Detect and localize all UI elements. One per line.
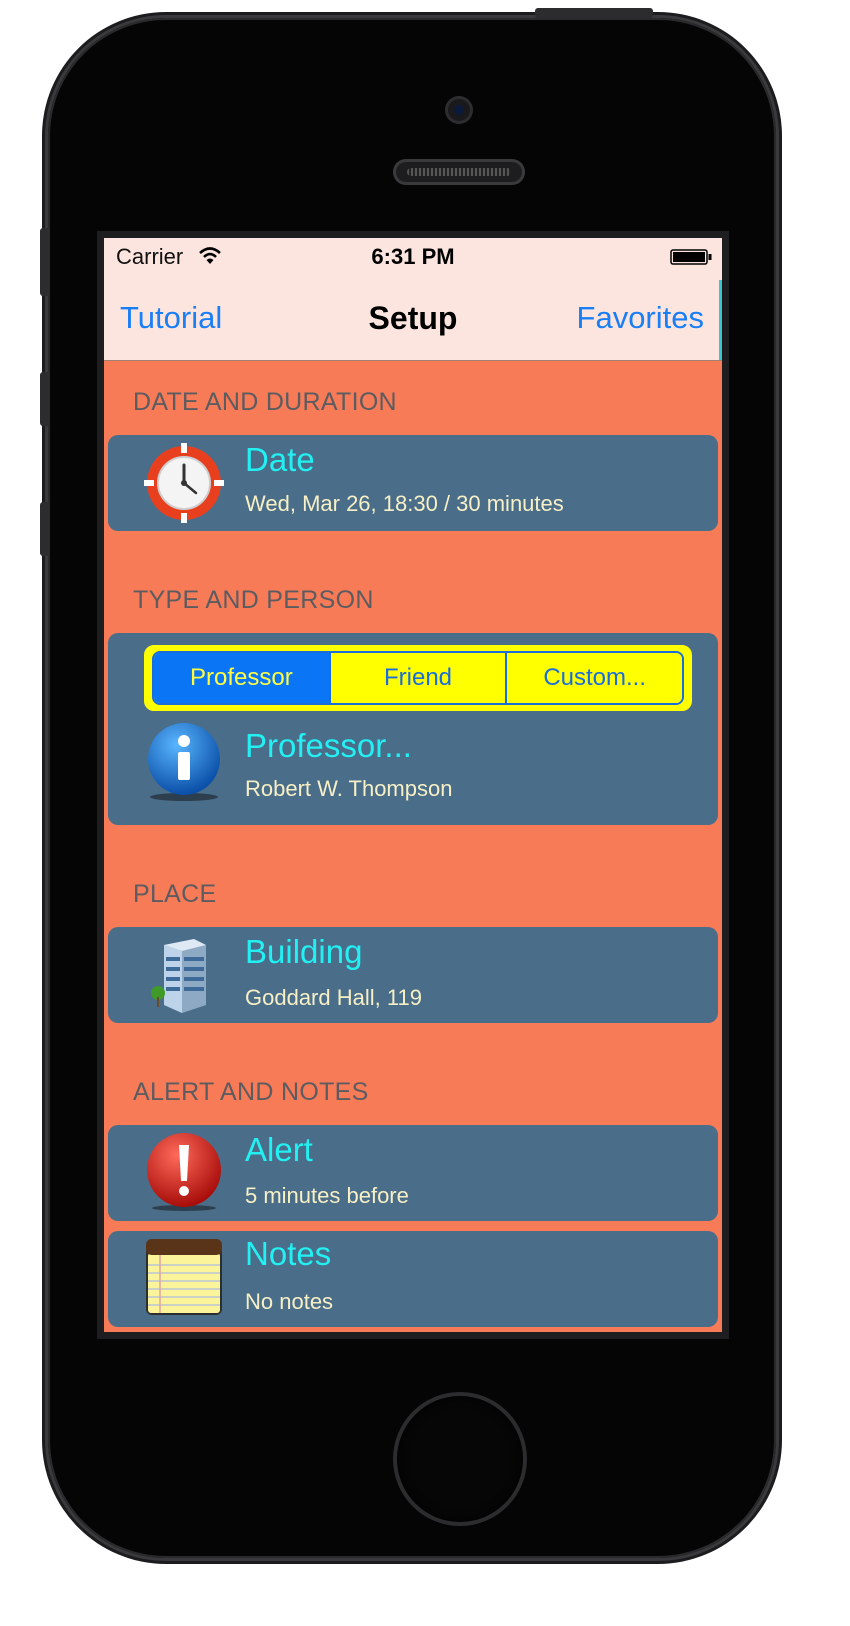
- segment-custom[interactable]: Custom...: [507, 653, 682, 703]
- navigation-bar: Tutorial Setup Favorites: [104, 278, 722, 361]
- nav-edge-accent: [719, 280, 722, 360]
- volume-up-button: [40, 372, 50, 426]
- home-button[interactable]: [397, 1396, 523, 1522]
- notes-subtitle: No notes: [245, 1289, 334, 1314]
- alert-subtitle: 5 minutes before: [245, 1183, 409, 1208]
- info-icon[interactable]: [144, 721, 224, 801]
- segment-professor[interactable]: Professor: [154, 653, 331, 703]
- alert-title: Alert: [245, 1131, 313, 1168]
- date-subtitle: Wed, Mar 26, 18:30 / 30 minutes: [245, 491, 564, 516]
- alert-icon: [147, 1133, 221, 1211]
- section-header-date: DATE AND DURATION: [133, 388, 397, 416]
- status-bar: Carrier 6:31 PM: [104, 238, 722, 278]
- mute-switch: [40, 228, 50, 296]
- type-person-cell: Professor Friend Custom... Professor... …: [108, 633, 718, 825]
- person-type-segmented-control: Professor Friend Custom...: [144, 645, 692, 711]
- volume-down-button: [40, 502, 50, 556]
- section-header-place: PLACE: [133, 880, 217, 908]
- status-time: 6:31 PM: [371, 244, 455, 269]
- clock-icon: [144, 443, 224, 523]
- front-camera: [445, 96, 473, 124]
- notes-cell[interactable]: Notes No notes: [108, 1231, 718, 1327]
- power-button: [535, 8, 653, 18]
- notes-title: Notes: [245, 1235, 332, 1272]
- person-title[interactable]: Professor...: [245, 727, 412, 765]
- earpiece-speaker: [393, 159, 525, 185]
- screen: Carrier 6:31 PM Tutorial Setup Favorites…: [104, 238, 722, 1332]
- notepad-icon: [146, 1239, 222, 1315]
- battery-icon: [670, 249, 712, 265]
- segment-friend[interactable]: Friend: [330, 653, 508, 703]
- person-name: Robert W. Thompson: [245, 776, 453, 801]
- section-header-alert: ALERT AND NOTES: [133, 1078, 369, 1106]
- section-header-type: TYPE AND PERSON: [133, 586, 374, 614]
- alert-cell[interactable]: Alert 5 minutes before: [108, 1125, 718, 1221]
- date-title: Date: [245, 441, 315, 478]
- place-title: Building: [245, 933, 363, 970]
- building-icon: [151, 939, 206, 1013]
- favorites-button[interactable]: Favorites: [577, 300, 704, 336]
- place-subtitle: Goddard Hall, 119: [245, 985, 422, 1010]
- date-cell[interactable]: Date Wed, Mar 26, 18:30 / 30 minutes: [108, 435, 718, 531]
- place-cell[interactable]: Building Goddard Hall, 119: [108, 927, 718, 1023]
